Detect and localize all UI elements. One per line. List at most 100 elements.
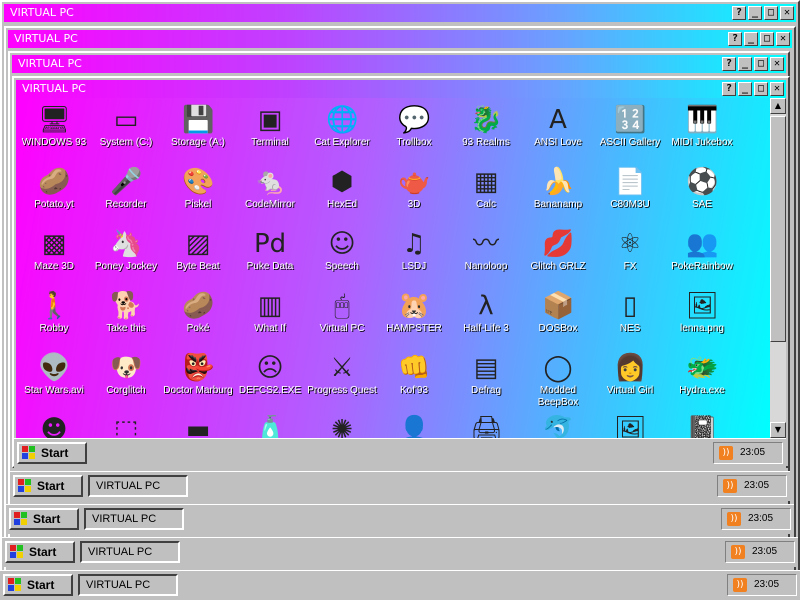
rss-icon[interactable]: )) (723, 479, 737, 493)
help-button[interactable]: ? (722, 57, 736, 71)
close-button[interactable]: ✕ (780, 6, 794, 20)
desktop-icon-unnamed-54[interactable]: ✺ (306, 414, 378, 438)
desktop-icon-defrag[interactable]: ▤ Defrag (450, 352, 522, 414)
window-titlebar[interactable]: VIRTUAL PC ? _ □ ✕ (8, 30, 792, 48)
desktop-icon-maze-3d[interactable]: ▩ Maze 3D (18, 228, 90, 290)
taskbar-item-virtual-pc[interactable]: VIRTUAL PC (84, 508, 184, 530)
desktop-icon-potato-yt[interactable]: 🥔 Potato.yt (18, 166, 90, 228)
desktop-icon-nanoloop[interactable]: 〰 Nanoloop (450, 228, 522, 290)
desktop-icon-unnamed-55[interactable]: 👤 (378, 414, 450, 438)
desktop-icon-pokerainbow[interactable]: 👥 PokeRainbow (666, 228, 738, 290)
desktop-icon-piskel[interactable]: 🎨 Piskel (162, 166, 234, 228)
desktop-icon-label: Calc (475, 199, 496, 210)
desktop-icon-hampster[interactable]: 🐹 HAMPSTER (378, 290, 450, 352)
desktop-icon-defcs2-exe[interactable]: ☹ DEFCS2.EXE (234, 352, 306, 414)
start-button[interactable]: Start (9, 508, 79, 530)
desktop-icon-what-if[interactable]: ▥ What If (234, 290, 306, 352)
desktop-icon-virtual-girl[interactable]: 👩 Virtual Girl (594, 352, 666, 414)
desktop-icon-poney-jockey[interactable]: 🦄 Poney Jockey (90, 228, 162, 290)
close-button[interactable]: ✕ (770, 82, 784, 96)
desktop-icon-unnamed-56[interactable]: 🖨 (450, 414, 522, 438)
taskbar-item-virtual-pc[interactable]: VIRTUAL PC (88, 475, 188, 497)
rss-icon[interactable]: )) (719, 446, 733, 460)
desktop-icon-c80m3u[interactable]: 📄 C80M3U (594, 166, 666, 228)
desktop-icon-storage-a[interactable]: 💾 Storage (A:) (162, 104, 234, 166)
desktop-icon-ascii-gallery[interactable]: 🔢 ASCII Gallery (594, 104, 666, 166)
desktop-icon-lenna-png[interactable]: 🖼 lenna.png (666, 290, 738, 352)
scroll-up-button[interactable]: ▲ (770, 98, 786, 114)
desktop-icon-lsdj[interactable]: ♫ LSDJ (378, 228, 450, 290)
help-button[interactable]: ? (722, 82, 736, 96)
desktop-icon-speech[interactable]: ☺ Speech (306, 228, 378, 290)
help-button[interactable]: ? (728, 32, 742, 46)
desktop-icon-trollbox[interactable]: 💬 Trollbox (378, 104, 450, 166)
start-button[interactable]: Start (5, 541, 75, 563)
desktop-icon-unnamed-50[interactable]: ☻ (18, 414, 90, 438)
desktop-icon-unnamed-57[interactable]: 🐬 (522, 414, 594, 438)
desktop-icon-unnamed-52[interactable]: ▬ (162, 414, 234, 438)
desktop-icon-terminal[interactable]: ▣ Terminal (234, 104, 306, 166)
desktop-icon-star-wars-avi[interactable]: 👽 Star Wars.avi (18, 352, 90, 414)
desktop-icon-windows-93[interactable]: 🖥 WINDOWS 93 (18, 104, 90, 166)
vertical-scrollbar[interactable]: ▲ ▼ (770, 98, 786, 438)
desktop-icon-recorder[interactable]: 🎤 Recorder (90, 166, 162, 228)
desktop-icon-progress-quest[interactable]: ⚔ Progress Quest (306, 352, 378, 414)
maximize-button[interactable]: □ (754, 82, 768, 96)
desktop-icon-unnamed-58[interactable]: 🖼 (594, 414, 666, 438)
desktop-icon-hydra-exe[interactable]: 🐲 Hydra.exe (666, 352, 738, 414)
taskbar-item-virtual-pc[interactable]: VIRTUAL PC (78, 574, 178, 596)
desktop-icon-unnamed-53[interactable]: 🧴 (234, 414, 306, 438)
desktop-icon-cat-explorer[interactable]: 🌐 Cat Explorer (306, 104, 378, 166)
desktop-icon-bananamp[interactable]: 🍌 Bananamp (522, 166, 594, 228)
start-button[interactable]: Start (13, 475, 83, 497)
desktop-icon-unnamed-59[interactable]: 📓 (666, 414, 738, 438)
rss-icon[interactable]: )) (731, 545, 745, 559)
desktop-icon-93-realms[interactable]: 🐉 93 Realms (450, 104, 522, 166)
start-button[interactable]: Start (3, 574, 73, 596)
maximize-button[interactable]: □ (764, 6, 778, 20)
desktop-icon-kof-93[interactable]: 👊 Kof'93 (378, 352, 450, 414)
desktop-icon-robby[interactable]: 🚶 Robby (18, 290, 90, 352)
desktop-icon-corglitch[interactable]: 🐶 Corglitch (90, 352, 162, 414)
desktop-icon-byte-beat[interactable]: ▨ Byte Beat (162, 228, 234, 290)
desktop-icon-calc[interactable]: ▦ Calc (450, 166, 522, 228)
desktop-icon-hexed[interactable]: ⬢ HexEd (306, 166, 378, 228)
desktop-icon-3d[interactable]: 🫖 3D (378, 166, 450, 228)
desktop-icon-virtual-pc[interactable]: 🖱 Virtual PC (306, 290, 378, 352)
minimize-button[interactable]: _ (738, 57, 752, 71)
maximize-button[interactable]: □ (754, 57, 768, 71)
desktop-icon-take-this[interactable]: 🐕 Take this (90, 290, 162, 352)
desktop-icon-nes[interactable]: ▯ NES (594, 290, 666, 352)
minimize-button[interactable]: _ (744, 32, 758, 46)
desktop-icon-fx[interactable]: ⚛ FX (594, 228, 666, 290)
desktop-icon-codemirror[interactable]: 🐁 CodeMirror (234, 166, 306, 228)
desktop-area[interactable]: 🖥 WINDOWS 93 ▭ System (C:) 💾 Storage (A:) ▣ Ter… (16, 98, 770, 438)
rss-icon[interactable]: )) (727, 512, 741, 526)
desktop-icon-glitch-grlz[interactable]: 💋 Glitch GRLZ (522, 228, 594, 290)
desktop-icon-puke-data[interactable]: Pd Puke Data (234, 228, 306, 290)
help-button[interactable]: ? (732, 6, 746, 20)
rss-icon[interactable]: )) (733, 578, 747, 592)
close-button[interactable]: ✕ (770, 57, 784, 71)
desktop-icon-half-life-3[interactable]: λ Half-Life 3 (450, 290, 522, 352)
window-titlebar[interactable]: VIRTUAL PC ? _ □ ✕ (16, 80, 786, 98)
close-button[interactable]: ✕ (776, 32, 790, 46)
scroll-thumb[interactable] (770, 116, 786, 342)
scroll-down-button[interactable]: ▼ (770, 422, 786, 438)
desktop-icon-ansi-love[interactable]: A ANSI Love (522, 104, 594, 166)
start-button[interactable]: Start (17, 442, 87, 464)
desktop-icon-doctor-marburg[interactable]: 👺 Doctor Marburg (162, 352, 234, 414)
desktop-icon-pok[interactable]: 🥔 Poké (162, 290, 234, 352)
taskbar-item-virtual-pc[interactable]: VIRTUAL PC (80, 541, 180, 563)
window-titlebar[interactable]: VIRTUAL PC ? _ □ ✕ (4, 4, 796, 22)
desktop-icon-midi-jukebox[interactable]: 🎹 MIDI Jukebox (666, 104, 738, 166)
maximize-button[interactable]: □ (760, 32, 774, 46)
window-titlebar[interactable]: VIRTUAL PC ? _ □ ✕ (12, 55, 786, 73)
desktop-icon-system-c[interactable]: ▭ System (C:) (90, 104, 162, 166)
minimize-button[interactable]: _ (748, 6, 762, 20)
desktop-icon-dosbox[interactable]: 📦 DOSBox (522, 290, 594, 352)
desktop-icon-unnamed-51[interactable]: ⬚ (90, 414, 162, 438)
desktop-icon-sae[interactable]: ⚽ SAE (666, 166, 738, 228)
minimize-button[interactable]: _ (738, 82, 752, 96)
desktop-icon-modded-beepbox[interactable]: ◯ Modded BeepBox (522, 352, 594, 414)
